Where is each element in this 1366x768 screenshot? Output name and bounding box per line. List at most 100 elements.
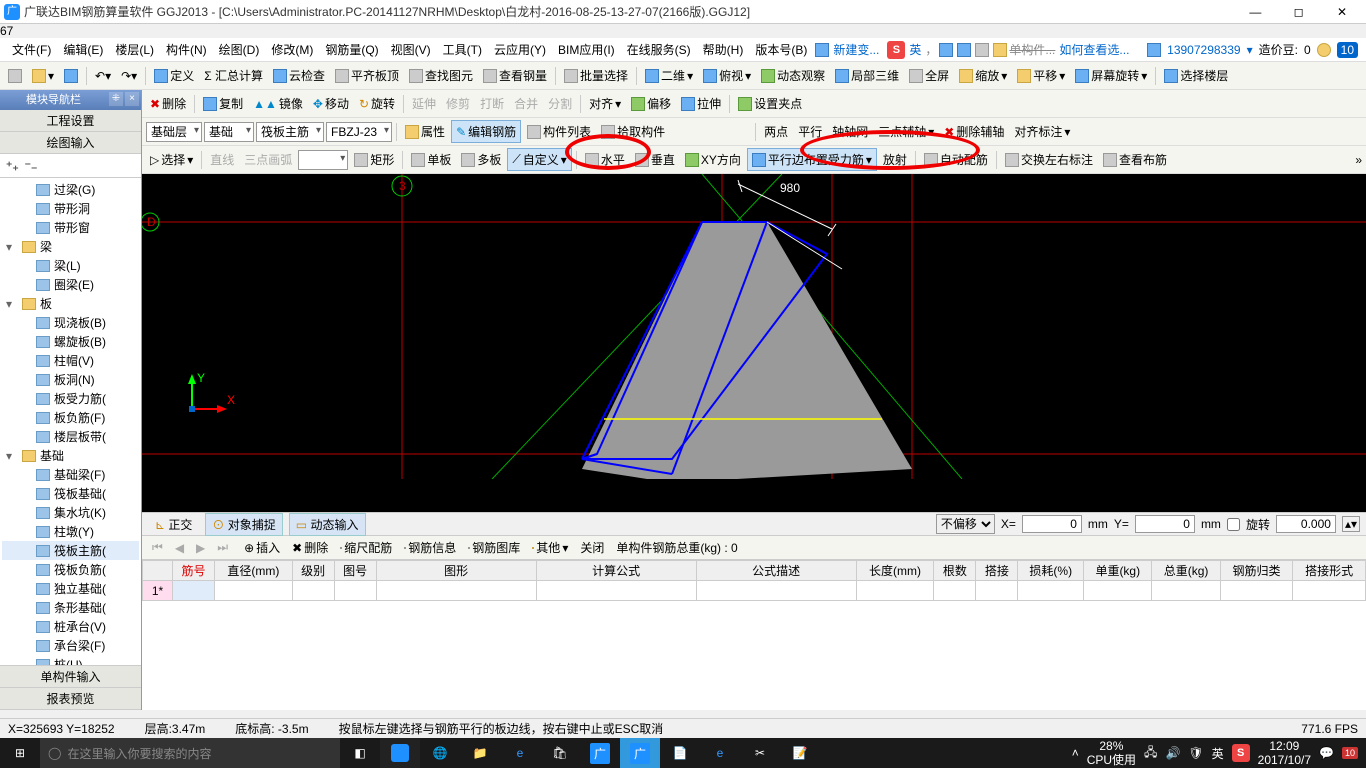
tray-date[interactable]: 2017/10/7 [1258,753,1311,767]
split-button[interactable]: 分割 [544,93,576,114]
tree-node[interactable]: 承台梁(F) [2,636,139,655]
horizontal-button[interactable]: 水平 [581,149,629,170]
select-floor-button[interactable]: 选择楼层 [1160,65,1232,86]
grid-last-icon[interactable]: ⏭ [213,538,232,557]
undo-icon[interactable]: ↶▾ [91,67,115,85]
tree-node[interactable]: ▾板 [2,294,139,313]
zoom-button[interactable]: 缩放▾ [955,65,1011,86]
snap-toggle[interactable]: ⊙ 对象捕捉 [205,513,282,536]
account-label[interactable]: 13907298339 [1167,43,1240,57]
offset-mode-select[interactable]: 不偏移 [936,514,995,534]
app-glodon-icon[interactable] [380,738,420,768]
view-rebar-layout-button[interactable]: 查看布筋 [1099,149,1171,170]
delete-button[interactable]: ✖删除 [146,93,190,114]
tree-node[interactable]: ▾梁 [2,237,139,256]
orbit-button[interactable]: 动态观察 [757,65,829,86]
open-icon[interactable]: ▾ [28,67,58,85]
three-point-aux-button[interactable]: 三点辅轴▾ [874,121,938,142]
menu-version[interactable]: 版本号(B) [751,39,811,60]
vertical-button[interactable]: 垂直 [631,149,679,170]
sidebar-panel-project[interactable]: 工程设置 [0,110,141,132]
app-ie-icon[interactable]: e [700,738,740,768]
tree-node[interactable]: 楼层板带( [2,427,139,446]
tree-node[interactable]: 筏板基础( [2,484,139,503]
emoji-icon[interactable] [957,43,971,57]
sogou-ime-icon[interactable]: S [887,41,905,59]
xy-dir-button[interactable]: XY方向 [681,149,745,170]
dyn-input-toggle[interactable]: ▭ 动态输入 [289,513,366,536]
col-category[interactable]: 钢筋归类 [1220,561,1293,581]
menu-file[interactable]: 文件(F) [8,39,55,60]
minimize-button[interactable]: — [1235,5,1275,19]
close-button[interactable]: ✕ [1322,5,1362,19]
app-snip-icon[interactable]: ✂ [740,738,780,768]
grip-button[interactable]: 设置夹点 [734,93,806,114]
parallel-button[interactable]: 平行 [794,121,826,142]
select-button[interactable]: ▷选择▾ [146,149,197,170]
tree-node[interactable]: 筏板负筋( [2,560,139,579]
sidebar-close-icon[interactable]: × [125,92,139,106]
grid-insert-button[interactable]: ⊕ 插入 [240,537,284,558]
level-combo[interactable]: 基础层 [146,122,202,142]
trim-button[interactable]: 修剪 [442,93,474,114]
sidebar-collapse-icon[interactable]: ⁻₋ [25,159,38,173]
app-browser-icon[interactable]: 🌐 [420,738,460,768]
app-explorer-icon[interactable]: 📁 [460,738,500,768]
tray-volume-icon[interactable]: 🔊 [1165,746,1180,760]
linetype-combo[interactable] [298,150,348,170]
col-shape[interactable]: 图形 [376,561,536,581]
menu-draw[interactable]: 绘图(D) [215,39,264,60]
new-button[interactable]: 新建变... [829,39,883,60]
fullscreen-button[interactable]: 全屏 [905,65,953,86]
arc-button[interactable]: 三点画弧 [240,149,296,170]
tree-node[interactable]: 集水坑(K) [2,503,139,522]
sidebar-pin-icon[interactable]: ⁜ [109,92,123,106]
menu-modify[interactable]: 修改(M) [267,39,317,60]
col-lap-type[interactable]: 搭接形式 [1293,561,1366,581]
2d-button[interactable]: 二维▾ [641,65,697,86]
mic-icon[interactable] [975,43,989,57]
rotate-checkbox[interactable] [1227,518,1240,531]
col-count[interactable]: 根数 [934,561,976,581]
swap-dim-button[interactable]: 交换左右标注 [1001,149,1097,170]
tree-node[interactable]: 带形窗 [2,218,139,237]
sidebar-panel-report[interactable]: 报表预览 [0,688,141,710]
redo-icon[interactable]: ↷▾ [117,67,141,85]
table-row[interactable]: 1* [143,581,1366,601]
align-top-button[interactable]: 平齐板顶 [331,65,403,86]
code-combo[interactable]: FBZJ-23 [326,122,392,142]
rebar-grid[interactable]: 筋号 直径(mm) 级别 图号 图形 计算公式 公式描述 长度(mm) 根数 搭… [142,560,1366,710]
cpu-meter[interactable]: 28% CPU使用 [1087,739,1136,767]
hint-link[interactable]: 如何查看选... [1055,39,1133,60]
radial-button[interactable]: 放射 [879,149,911,170]
multi-slab-button[interactable]: 多板 [457,149,505,170]
auto-rebar-button[interactable]: 自动配筋 [920,149,992,170]
x-input[interactable] [1022,515,1082,533]
maximize-button[interactable]: ◻ [1279,5,1319,19]
y-input[interactable] [1135,515,1195,533]
menu-rebar[interactable]: 钢筋量(Q) [321,39,382,60]
tray-time[interactable]: 12:09 [1258,739,1311,753]
tray-ime-icon[interactable]: 英 [1212,745,1224,762]
tree-node[interactable]: 基础梁(F) [2,465,139,484]
axis-button[interactable]: 轴轴网 [828,121,872,142]
col-length[interactable]: 长度(mm) [856,561,934,581]
start-button[interactable]: ⊞ [0,738,40,768]
rotate-button[interactable]: ↻旋转 [355,93,399,114]
find-element-button[interactable]: 查找图元 [405,65,477,86]
parallel-edge-rebar-button[interactable]: 平行边布置受力筋▾ [747,148,877,171]
app-edge-icon[interactable]: e [500,738,540,768]
sidebar-panel-single[interactable]: 单构件输入 [0,666,141,688]
local-3d-button[interactable]: 局部三维 [831,65,903,86]
app-pdf-icon[interactable]: 📄 [660,738,700,768]
col-loss[interactable]: 损耗(%) [1018,561,1084,581]
menu-view[interactable]: 视图(V) [387,39,435,60]
tree-node[interactable]: 板洞(N) [2,370,139,389]
menu-cloud[interactable]: 云应用(Y) [490,39,550,60]
tree-node[interactable]: 梁(L) [2,256,139,275]
tree-node[interactable]: 条形基础( [2,598,139,617]
tray-sogou-icon[interactable]: S [1232,744,1250,762]
msg-badge[interactable]: 10 [1337,42,1358,58]
rotate-input[interactable] [1276,515,1336,533]
component-list-button[interactable]: 构件列表 [523,121,595,142]
